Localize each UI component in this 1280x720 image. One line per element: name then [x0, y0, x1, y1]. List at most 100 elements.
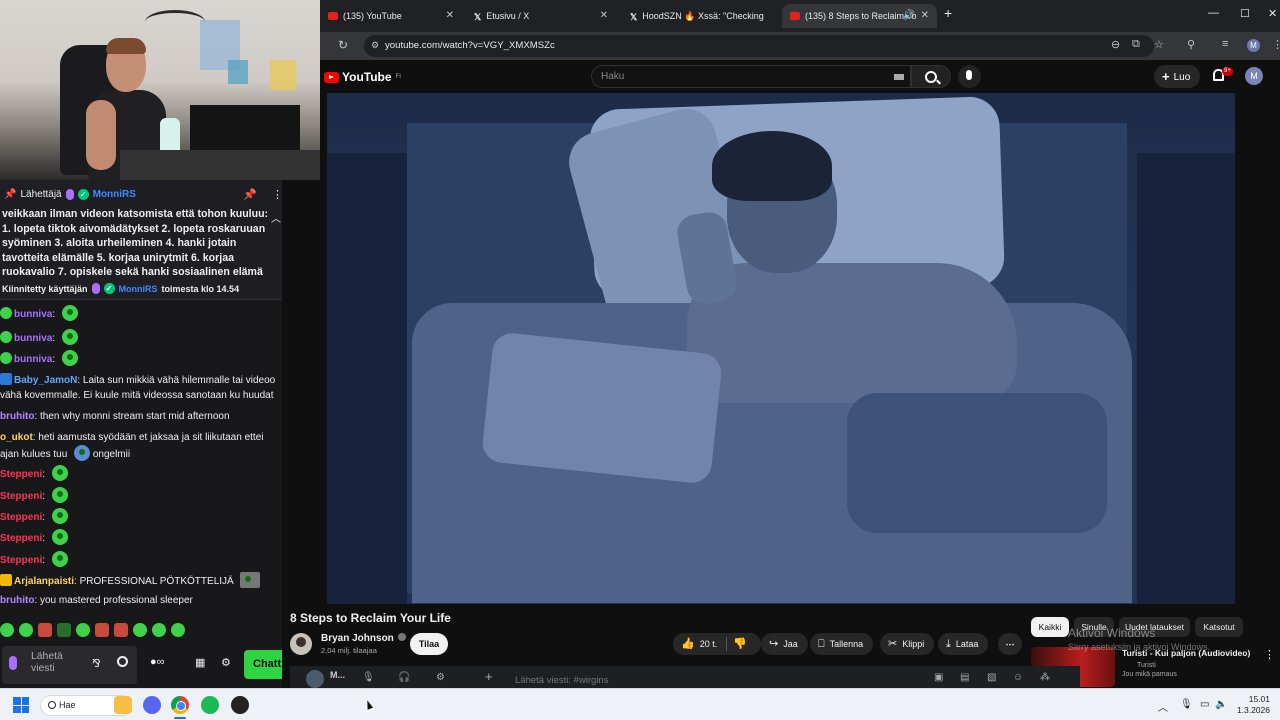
chip-watched[interactable]: Katsotut: [1195, 617, 1243, 637]
emote-icon[interactable]: [19, 623, 33, 637]
reading-list-icon[interactable]: ≡: [1222, 38, 1228, 50]
minimize-icon[interactable]: —: [1208, 7, 1219, 19]
chat-username[interactable]: Steppeni: [0, 512, 42, 523]
maximize-icon[interactable]: ☐: [1240, 7, 1250, 20]
volume-icon[interactable]: 🔈: [1215, 699, 1227, 710]
emoji-icon[interactable]: [117, 656, 128, 667]
chat-username[interactable]: Baby_JamoN: [14, 375, 77, 386]
chrome-icon[interactable]: [171, 696, 189, 714]
zoom-icon[interactable]: ⊖: [1111, 38, 1120, 51]
gear-icon[interactable]: ⚙: [436, 672, 445, 683]
bookmark-star-icon[interactable]: ☆: [1154, 38, 1164, 51]
emote-icon[interactable]: [171, 623, 185, 637]
mic-icon[interactable]: 🎙: [362, 672, 375, 683]
gift-icon[interactable]: ▣: [934, 672, 943, 683]
sticker-icon[interactable]: ▧: [987, 672, 996, 683]
dislike-button[interactable]: 👎: [733, 633, 747, 655]
store-icon[interactable]: ▦: [195, 656, 205, 669]
download-button[interactable]: ⤓ Lataa: [938, 633, 989, 655]
voice-search-button[interactable]: [958, 65, 981, 88]
unpin-icon[interactable]: 📌: [243, 188, 257, 201]
tab-x-home[interactable]: 𝕏 Etusivu / X ✕: [466, 4, 616, 28]
chat-username[interactable]: bunniva: [14, 333, 52, 344]
tab-youtube[interactable]: (135) YouTube ✕: [320, 4, 462, 28]
video-player[interactable]: [327, 93, 1235, 604]
close-icon[interactable]: ✕: [921, 4, 929, 28]
close-icon[interactable]: ✕: [600, 4, 608, 28]
chat-username[interactable]: Arjalanpaisti: [14, 576, 74, 587]
command-icon[interactable]: ⅋: [92, 657, 101, 670]
menu-icon[interactable]: ⋮: [1272, 38, 1280, 51]
clip-button[interactable]: ✂ Klippi: [880, 633, 935, 655]
channel-name[interactable]: Bryan Johnson: [321, 633, 406, 644]
system-clock[interactable]: 15.01 1.3.2026: [1236, 694, 1270, 716]
channel-avatar[interactable]: [290, 633, 312, 655]
more-actions-button[interactable]: ⋯: [998, 633, 1022, 655]
like-button[interactable]: 👍 20 t.: [681, 633, 717, 655]
chip-all[interactable]: Kaikki: [1031, 617, 1069, 637]
more-options-icon[interactable]: ⋮: [1264, 648, 1275, 661]
pinned-footer-user[interactable]: MonniRS: [119, 284, 158, 294]
chat-username[interactable]: Steppeni: [0, 491, 42, 502]
emote-icon[interactable]: [114, 623, 128, 637]
chat-username[interactable]: o_ukot: [0, 432, 33, 443]
headphones-icon[interactable]: 🎧: [398, 672, 410, 683]
tab-x-post[interactable]: 𝕏 HoodSZN 🔥 Xssä: "Checking: [622, 4, 778, 28]
chat-send-button[interactable]: Chatt: [244, 650, 282, 679]
new-tab-icon[interactable]: +: [944, 5, 952, 21]
emote-icon[interactable]: [38, 623, 52, 637]
mic-tray-icon[interactable]: 🎙: [1180, 699, 1193, 710]
site-info-icon[interactable]: ⚙: [371, 40, 379, 51]
url-field[interactable]: ⚙ youtube.com/watch?v=VGY_XMXMSZc: [364, 35, 1154, 57]
emote-icon[interactable]: [57, 623, 71, 637]
search-button[interactable]: [911, 65, 951, 88]
chat-username[interactable]: bunniva: [14, 354, 52, 365]
tab-active-video[interactable]: (135) 8 Steps to Reclaim Yo 🔊 ✕: [782, 4, 937, 28]
speaker-icon[interactable]: 🔊: [903, 4, 915, 28]
chat-username[interactable]: Steppeni: [0, 555, 42, 566]
pinned-author[interactable]: MonniRS: [93, 189, 136, 200]
add-attachment-icon[interactable]: +: [485, 669, 493, 684]
chat-username[interactable]: Steppeni: [0, 533, 42, 544]
discord-avatar[interactable]: [306, 670, 324, 688]
settings-icon[interactable]: ⚙: [221, 656, 231, 669]
search-input[interactable]: Haku: [591, 65, 911, 88]
obs-icon[interactable]: [231, 696, 249, 714]
more-options-icon[interactable]: ⋮: [272, 188, 282, 201]
chat-username[interactable]: bruhito: [0, 411, 34, 422]
create-button[interactable]: + Luo: [1154, 65, 1200, 88]
profile-avatar[interactable]: M: [1247, 39, 1260, 52]
apps-icon[interactable]: ⁂: [1040, 672, 1050, 683]
emote-icon[interactable]: [152, 623, 166, 637]
chat-input[interactable]: Lähetä viesti ⅋: [2, 646, 137, 684]
save-button[interactable]: ⎕ Tallenna: [810, 633, 874, 655]
network-icon[interactable]: ▭: [1200, 699, 1209, 710]
subscribe-button[interactable]: Tilaa: [410, 633, 448, 655]
emote-icon[interactable]: [95, 623, 109, 637]
bits-icon[interactable]: ●∞: [150, 656, 165, 668]
install-icon[interactable]: ⧉: [1132, 38, 1140, 51]
chevron-up-icon[interactable]: ︿: [1158, 699, 1168, 714]
reload-icon[interactable]: ↻: [338, 38, 348, 52]
recommended-channel[interactable]: Turisti: [1137, 662, 1156, 669]
account-avatar[interactable]: M: [1245, 67, 1263, 85]
close-icon[interactable]: ✕: [446, 4, 454, 28]
emote-icon[interactable]: [76, 623, 90, 637]
collapse-icon[interactable]: ︿: [271, 210, 281, 225]
emoji-icon[interactable]: ☺: [1013, 672, 1023, 683]
share-button[interactable]: ↪ Jaa: [761, 633, 808, 655]
gif-icon[interactable]: ▤: [960, 672, 969, 683]
chat-username[interactable]: Steppeni: [0, 469, 42, 480]
close-window-icon[interactable]: ✕: [1268, 7, 1277, 20]
keyboard-icon[interactable]: [894, 74, 904, 80]
chat-username[interactable]: bruhito: [0, 595, 34, 606]
spotify-icon[interactable]: [201, 696, 219, 714]
discord-message-input[interactable]: Lähetä viesti: #wirgins: [515, 675, 608, 686]
discord-icon[interactable]: [143, 696, 161, 714]
extensions-icon[interactable]: ⚲: [1187, 38, 1195, 51]
start-button[interactable]: [13, 697, 29, 713]
chat-username[interactable]: bunniva: [14, 309, 52, 320]
youtube-logo[interactable]: YouTube FI: [324, 70, 401, 84]
file-explorer-icon[interactable]: [114, 696, 132, 714]
emote-icon[interactable]: [133, 623, 147, 637]
